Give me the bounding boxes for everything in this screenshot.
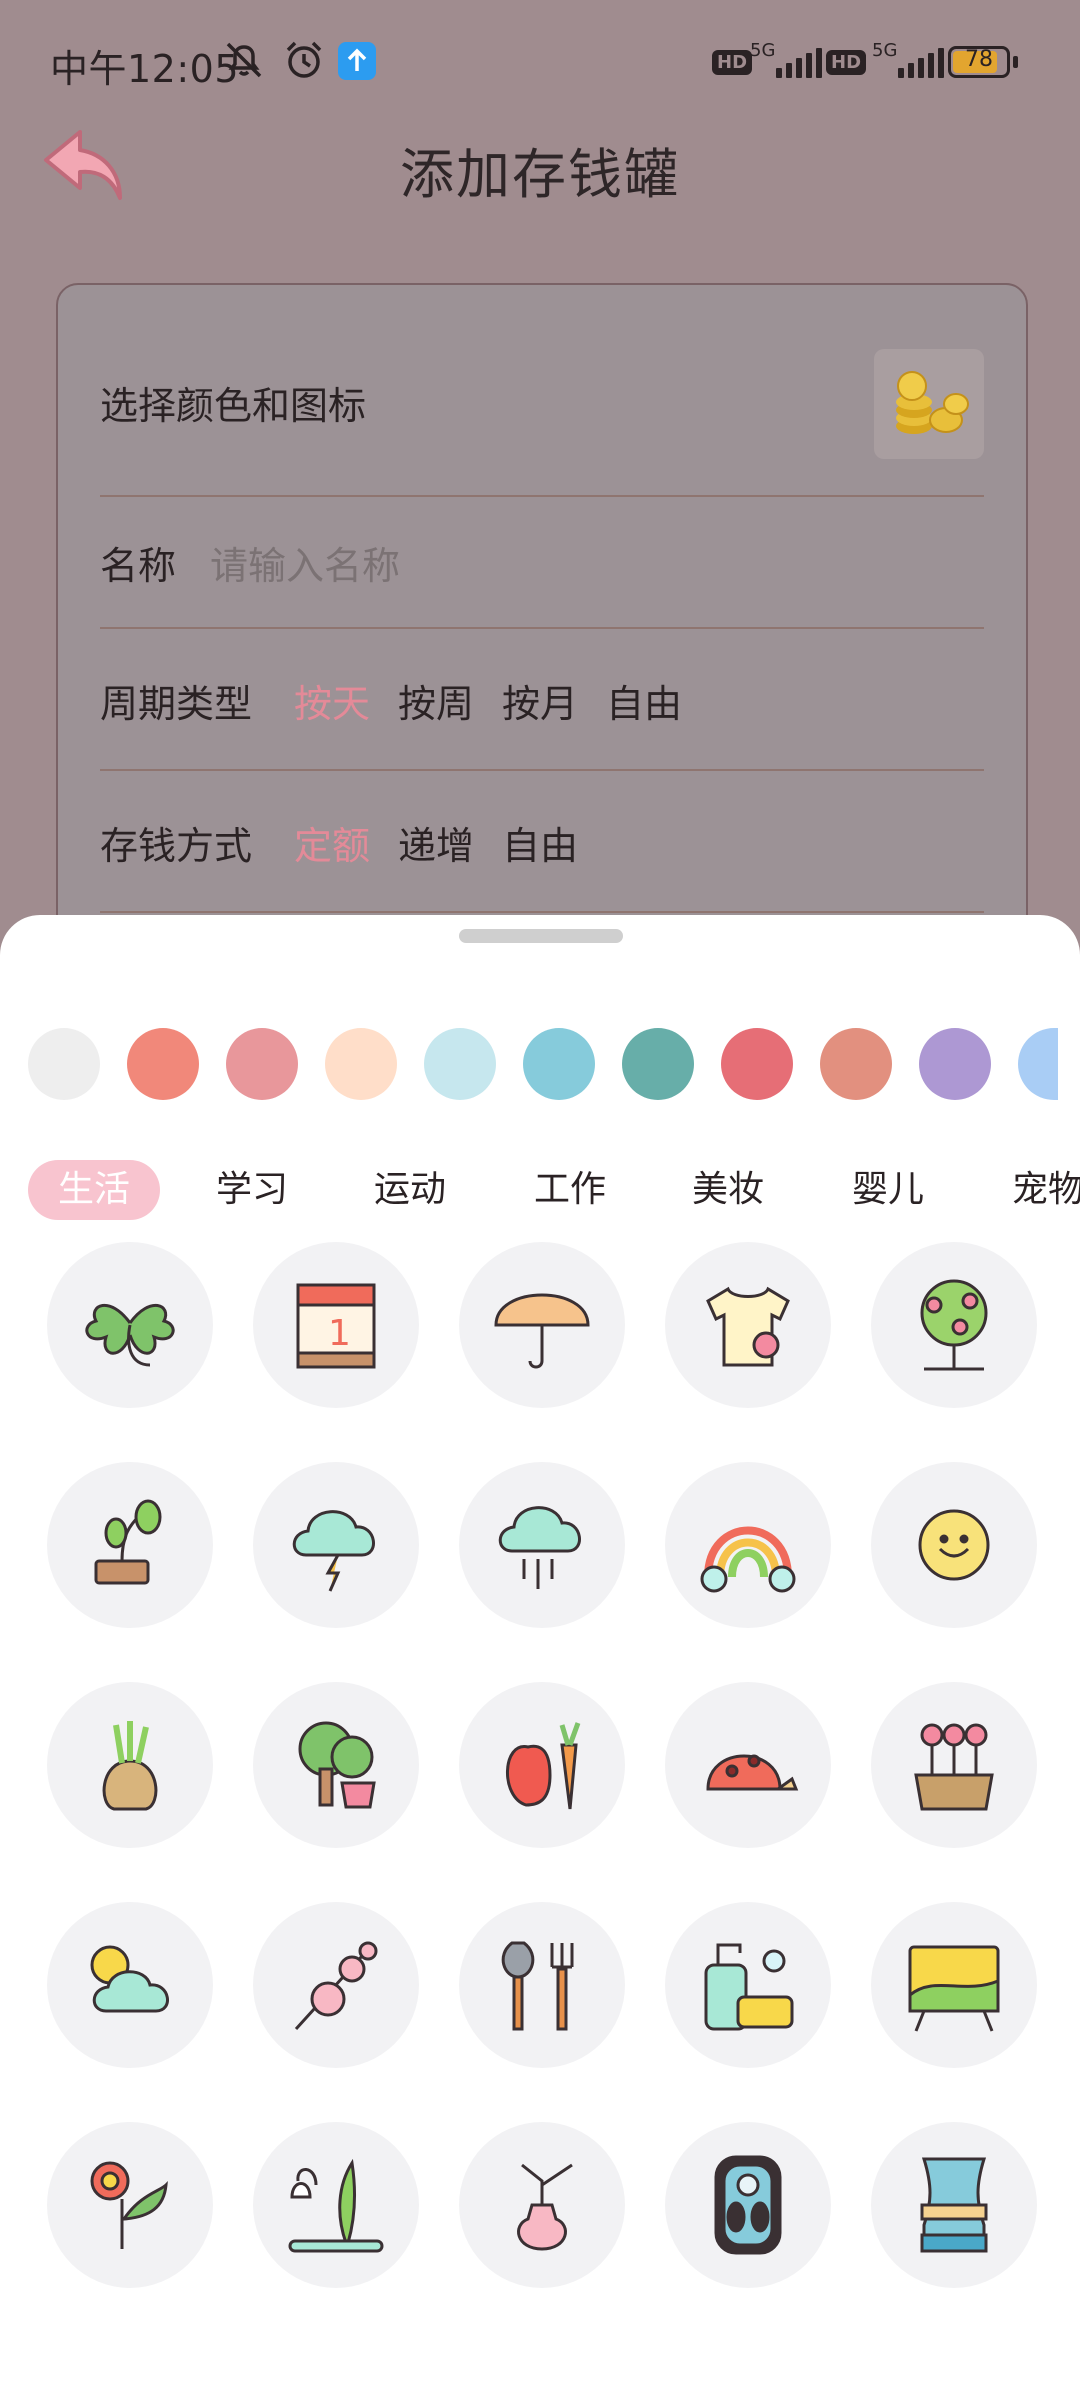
- color-swatch[interactable]: [127, 1028, 199, 1100]
- sun-icon[interactable]: [871, 1462, 1037, 1628]
- onion-icon[interactable]: [47, 1682, 213, 1848]
- rainbow-icon[interactable]: [665, 1462, 831, 1628]
- tshirt-icon[interactable]: [665, 1242, 831, 1408]
- signal-icon: [776, 48, 822, 78]
- cycle-option-day[interactable]: 按天: [294, 673, 370, 728]
- mute-bell-icon: [226, 42, 262, 78]
- page-title: 添加存钱罐: [400, 143, 680, 206]
- blossom-branch-icon[interactable]: [253, 1902, 419, 2068]
- clover-icon[interactable]: [47, 1242, 213, 1408]
- coins-icon[interactable]: [874, 349, 984, 459]
- battery-tip: [1013, 56, 1018, 68]
- tab-pet[interactable]: 宠物: [1012, 1160, 1080, 1220]
- red-flower-icon[interactable]: [47, 2122, 213, 2288]
- signal-icon: [898, 48, 944, 78]
- vase-branch-icon[interactable]: [459, 2122, 625, 2288]
- hd-badge: HD: [712, 50, 753, 75]
- color-icon-row[interactable]: 选择颜色和图标: [100, 285, 984, 497]
- method-option-increase[interactable]: 递增: [398, 815, 474, 870]
- soap-icon[interactable]: [665, 1902, 831, 2068]
- garden-tools-icon[interactable]: [459, 1902, 625, 2068]
- apple-carrot-icon[interactable]: [459, 1682, 625, 1848]
- cycle-row: 周期类型 按天 按周 按月 自由: [100, 627, 984, 771]
- color-swatch[interactable]: [325, 1028, 397, 1100]
- method-label: 存钱方式: [100, 824, 253, 868]
- tab-baby[interactable]: 婴儿: [852, 1160, 924, 1220]
- color-swatch[interactable]: [721, 1028, 793, 1100]
- waist-measure-icon[interactable]: [871, 2122, 1037, 2288]
- method-option-fixed[interactable]: 定额: [294, 815, 370, 870]
- tab-sports[interactable]: 运动: [374, 1160, 446, 1220]
- color-swatch[interactable]: [919, 1028, 991, 1100]
- battery-level: 78: [965, 47, 993, 72]
- sun-cloud-icon[interactable]: [47, 1902, 213, 2068]
- name-row[interactable]: 名称 请输入名称: [100, 495, 984, 629]
- status-time: 中午12:05: [50, 47, 240, 91]
- svg-text:1: 1: [328, 1313, 351, 1354]
- upload-app-icon: [338, 42, 376, 80]
- umbrella-icon[interactable]: [459, 1242, 625, 1408]
- cycle-option-free[interactable]: 自由: [606, 673, 682, 728]
- icon-picker-sheet: 生活 学习 运动 工作 美妆 婴儿 宠物 1: [0, 915, 1080, 2400]
- flower-box-icon[interactable]: [871, 1682, 1037, 1848]
- color-swatch[interactable]: [424, 1028, 496, 1100]
- color-swatch[interactable]: [523, 1028, 595, 1100]
- snail-icon[interactable]: [665, 1682, 831, 1848]
- painting-icon[interactable]: [871, 1902, 1037, 2068]
- tab-work[interactable]: 工作: [534, 1160, 606, 1220]
- network-type: 5G: [750, 40, 776, 61]
- alarm-icon: [286, 41, 322, 78]
- color-swatch[interactable]: [1018, 1028, 1058, 1100]
- calendar-icon[interactable]: 1: [253, 1242, 419, 1408]
- color-icon-label: 选择颜色和图标: [100, 384, 367, 428]
- bellflower-icon[interactable]: [253, 2122, 419, 2288]
- color-swatch[interactable]: [226, 1028, 298, 1100]
- flower-tree-icon[interactable]: [871, 1242, 1037, 1408]
- method-option-free[interactable]: 自由: [502, 815, 578, 870]
- tab-makeup[interactable]: 美妆: [692, 1160, 764, 1220]
- thunder-cloud-icon[interactable]: [253, 1462, 419, 1628]
- cycle-label: 周期类型: [100, 682, 253, 726]
- method-row: 存钱方式 定额 递增 自由: [100, 769, 984, 913]
- tree-pot-icon[interactable]: [253, 1682, 419, 1848]
- scale-icon[interactable]: [665, 2122, 831, 2288]
- tab-life[interactable]: 生活: [28, 1160, 161, 1220]
- status-bar: 中午12:05 HD 5G HD 5G 78: [0, 0, 1080, 130]
- tab-study[interactable]: 学习: [216, 1160, 288, 1220]
- cycle-option-month[interactable]: 按月: [502, 673, 578, 728]
- cycle-option-week[interactable]: 按周: [398, 673, 474, 728]
- name-label: 名称: [100, 544, 177, 588]
- color-swatch[interactable]: [820, 1028, 892, 1100]
- name-input[interactable]: 请输入名称: [210, 535, 400, 590]
- network-type: 5G: [872, 40, 898, 61]
- sprout-icon[interactable]: [47, 1462, 213, 1628]
- rain-cloud-icon[interactable]: [459, 1462, 625, 1628]
- hd-badge: HD: [826, 50, 867, 75]
- color-swatch[interactable]: [622, 1028, 694, 1100]
- color-swatch[interactable]: [28, 1028, 100, 1100]
- sheet-drag-handle[interactable]: [459, 929, 623, 943]
- battery-icon: 78: [948, 46, 1010, 78]
